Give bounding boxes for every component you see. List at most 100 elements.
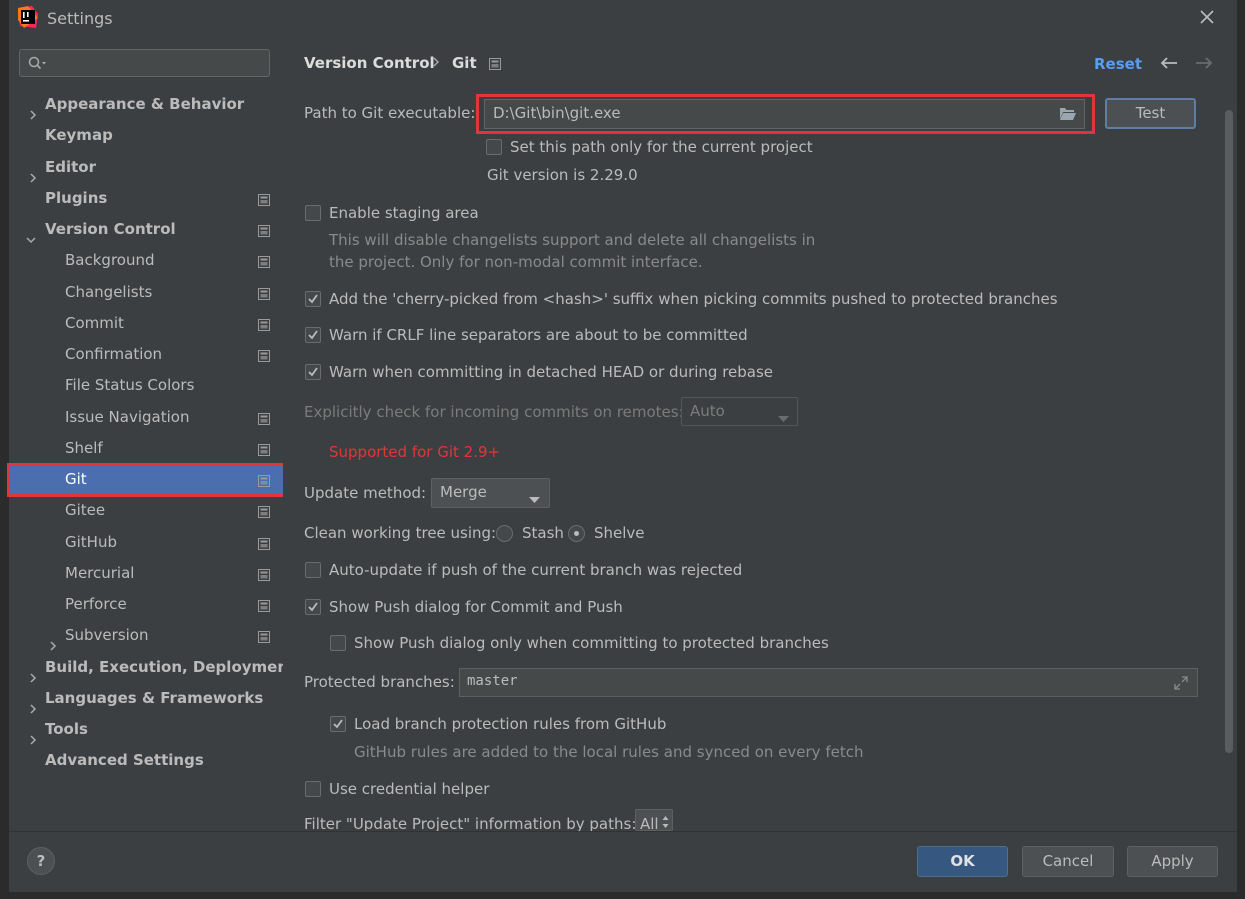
highlight-box-git-path bbox=[476, 94, 1095, 134]
sidebar-item-tools[interactable]: Tools bbox=[30, 714, 88, 745]
sidebar-item-plugins[interactable]: Plugins bbox=[45, 183, 107, 214]
sidebar-item-label: Background bbox=[65, 251, 155, 269]
set-path-project-label: Set this path only for the current proje… bbox=[510, 138, 813, 156]
staging-area-label: Enable staging area bbox=[329, 204, 479, 222]
update-method-label: Update method: bbox=[304, 484, 427, 502]
clean-tree-label: Clean working tree using: bbox=[304, 524, 497, 542]
background-window-edge-bottom bbox=[0, 891, 1245, 899]
chevron-right-icon bbox=[28, 100, 38, 120]
credential-helper-label: Use credential helper bbox=[329, 780, 490, 798]
expand-icon[interactable] bbox=[1173, 675, 1189, 691]
sidebar-item-label: Appearance & Behavior bbox=[45, 95, 245, 113]
protected-branches-input[interactable] bbox=[459, 668, 1198, 697]
cancel-button[interactable]: Cancel bbox=[1022, 846, 1114, 877]
project-level-icon bbox=[258, 254, 270, 268]
supported-version-warning: Supported for Git 2.9+ bbox=[329, 443, 501, 461]
reset-link[interactable]: Reset bbox=[1094, 55, 1142, 73]
sidebar-item-gitee[interactable]: Gitee bbox=[65, 495, 105, 526]
chevron-right-icon bbox=[28, 163, 38, 183]
load-rules-checkbox[interactable] bbox=[330, 716, 346, 732]
sidebar-item-advanced-settings[interactable]: Advanced Settings bbox=[45, 745, 204, 776]
project-level-icon bbox=[258, 567, 270, 581]
credential-helper-checkbox[interactable] bbox=[305, 781, 321, 797]
push-protected-checkbox[interactable] bbox=[330, 635, 346, 651]
crlf-warning-label: Warn if CRLF line separators are about t… bbox=[329, 326, 748, 344]
sidebar-item-issue-navigation[interactable]: Issue Navigation bbox=[65, 402, 189, 433]
sidebar-item-label: Issue Navigation bbox=[65, 408, 190, 426]
sidebar-item-changelists[interactable]: Changelists bbox=[65, 277, 152, 308]
shelve-radio[interactable] bbox=[568, 525, 585, 542]
breadcrumb-separator-icon bbox=[431, 55, 441, 69]
dropdown-caret-icon bbox=[778, 409, 789, 427]
sidebar-item-label: Advanced Settings bbox=[45, 751, 204, 769]
chevron-right-icon bbox=[28, 725, 38, 745]
sidebar-item-version-control[interactable]: Version Control bbox=[26, 214, 176, 245]
stash-radio[interactable] bbox=[496, 525, 513, 542]
content-scrollbar[interactable] bbox=[1225, 110, 1233, 753]
push-dialog-label: Show Push dialog for Commit and Push bbox=[329, 598, 623, 616]
sidebar-item-file-status-colors[interactable]: File Status Colors bbox=[65, 370, 194, 401]
back-arrow-icon[interactable] bbox=[1159, 55, 1179, 71]
path-to-git-label: Path to Git executable: bbox=[304, 104, 476, 122]
filter-paths-select[interactable]: All bbox=[635, 809, 673, 831]
incoming-commits-value: Auto bbox=[690, 402, 725, 420]
breadcrumb-version-control[interactable]: Version Control bbox=[304, 54, 435, 72]
forward-arrow-icon[interactable] bbox=[1194, 55, 1214, 71]
set-path-project-checkbox[interactable] bbox=[486, 139, 502, 155]
protected-branches-label: Protected branches: bbox=[304, 673, 455, 691]
filter-paths-value: All bbox=[640, 815, 659, 831]
highlight-box-git bbox=[7, 463, 293, 497]
detached-head-checkbox[interactable] bbox=[305, 364, 321, 380]
dropdown-caret-icon bbox=[529, 490, 540, 508]
staging-hint-line-2: the project. Only for non-modal commit i… bbox=[329, 253, 703, 271]
sidebar-item-languages-frameworks[interactable]: Languages & Frameworks bbox=[30, 683, 263, 714]
sidebar-item-label: Keymap bbox=[45, 126, 113, 144]
sidebar-item-confirmation[interactable]: Confirmation bbox=[65, 339, 162, 370]
sidebar-item-editor[interactable]: Editor bbox=[30, 152, 96, 183]
sidebar-item-mercurial[interactable]: Mercurial bbox=[65, 558, 134, 589]
protected-branches-value[interactable]: master bbox=[467, 673, 518, 689]
sidebar-item-shelf[interactable]: Shelf bbox=[65, 433, 103, 464]
checkmark-icon bbox=[308, 294, 318, 304]
cherry-pick-checkbox[interactable] bbox=[305, 291, 321, 307]
sidebar-item-keymap[interactable]: Keymap bbox=[45, 120, 113, 151]
ok-button[interactable]: OK bbox=[917, 846, 1008, 877]
search-input[interactable] bbox=[19, 49, 270, 77]
chevron-right-icon bbox=[48, 631, 58, 651]
title-bar bbox=[9, 0, 1237, 36]
sidebar-item-perforce[interactable]: Perforce bbox=[65, 589, 127, 620]
close-icon[interactable] bbox=[1196, 6, 1218, 28]
test-button[interactable]: Test bbox=[1105, 98, 1196, 129]
sidebar-item-subversion[interactable]: Subversion bbox=[50, 620, 149, 651]
apply-button[interactable]: Apply bbox=[1127, 846, 1218, 877]
push-dialog-checkbox[interactable] bbox=[305, 599, 321, 615]
update-method-value: Merge bbox=[440, 483, 487, 501]
sidebar-item-label: File Status Colors bbox=[65, 376, 195, 394]
radio-selected-dot bbox=[574, 531, 579, 536]
sidebar-item-background[interactable]: Background bbox=[65, 245, 155, 276]
checkmark-icon bbox=[308, 367, 318, 377]
sidebar-item-label: GitHub bbox=[65, 533, 117, 551]
incoming-commits-label: Explicitly check for incoming commits on… bbox=[304, 403, 684, 421]
project-level-icon bbox=[258, 223, 270, 237]
chevron-right-icon bbox=[28, 663, 38, 683]
project-level-icon bbox=[258, 192, 270, 206]
sidebar-item-commit[interactable]: Commit bbox=[65, 308, 124, 339]
sidebar-item-label: Gitee bbox=[65, 501, 106, 519]
sidebar-item-build-execution-deployment[interactable]: Build, Execution, Deployment bbox=[30, 652, 295, 683]
incoming-commits-select[interactable]: Auto bbox=[681, 397, 798, 426]
crlf-warning-checkbox[interactable] bbox=[305, 327, 321, 343]
background-window-edge-right bbox=[1237, 0, 1245, 899]
cherry-pick-label: Add the 'cherry-picked from <hash>' suff… bbox=[329, 290, 1058, 308]
help-button[interactable]: ? bbox=[27, 847, 55, 875]
checkmark-icon bbox=[308, 330, 318, 340]
background-window-edge-left bbox=[0, 0, 9, 899]
staging-area-checkbox[interactable] bbox=[305, 205, 321, 221]
staging-hint-line-1: This will disable changelists support an… bbox=[329, 231, 816, 249]
sidebar-item-github[interactable]: GitHub bbox=[65, 527, 117, 558]
checkmark-icon bbox=[333, 719, 343, 729]
update-method-select[interactable]: Merge bbox=[431, 478, 550, 508]
sidebar-item-appearance[interactable]: Appearance & Behavior bbox=[30, 89, 245, 120]
sidebar-item-label: Tools bbox=[45, 720, 88, 738]
auto-update-checkbox[interactable] bbox=[305, 562, 321, 578]
